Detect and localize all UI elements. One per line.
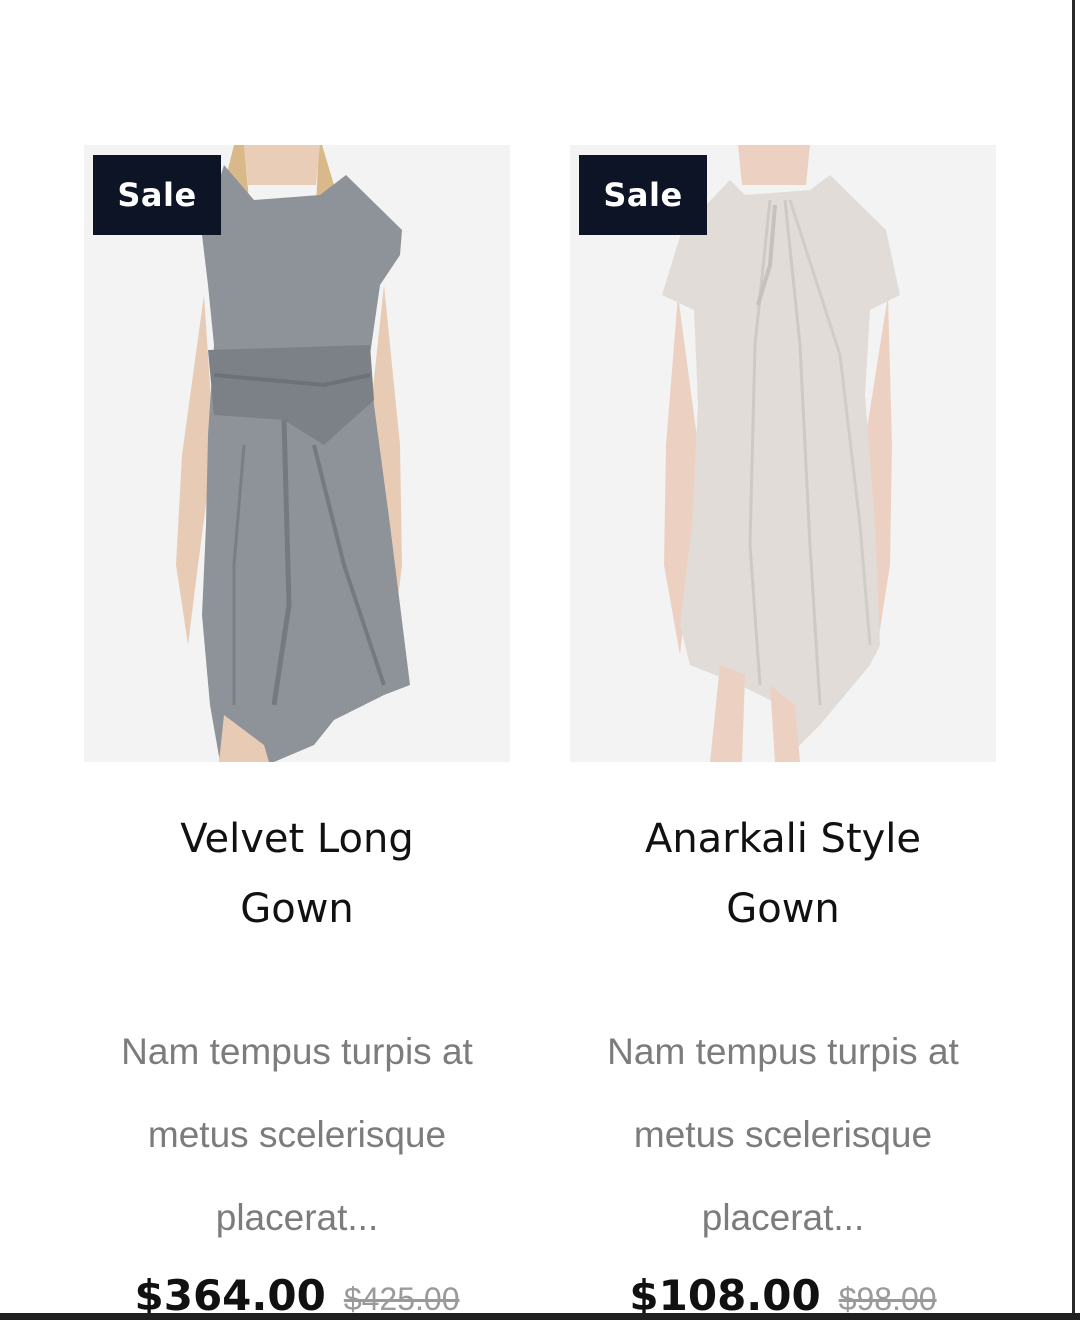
product-card[interactable]: Sale Velvet Long Gown Nam tempus turpis …	[84, 145, 510, 1320]
dress-photo	[570, 145, 996, 762]
product-image[interactable]: Sale	[84, 145, 510, 762]
dress-photo	[84, 145, 510, 762]
screen-edge-right	[1072, 0, 1075, 1320]
product-description: Nam tempus turpis at metus scelerisque p…	[607, 1031, 959, 1238]
original-price: $425.00	[343, 1281, 460, 1317]
sale-badge: Sale	[93, 155, 221, 235]
original-price: $98.00	[838, 1281, 937, 1317]
product-card[interactable]: Sale Anarkali Style Gown Nam tempus turp…	[570, 145, 996, 1320]
screen-edge-bottom	[0, 1313, 1080, 1320]
product-title[interactable]: Anarkali Style Gown	[570, 804, 996, 944]
product-title[interactable]: Velvet Long Gown	[84, 804, 510, 944]
product-description: Nam tempus turpis at metus scelerisque p…	[121, 1031, 473, 1238]
product-image[interactable]: Sale	[570, 145, 996, 762]
sale-badge: Sale	[579, 155, 707, 235]
